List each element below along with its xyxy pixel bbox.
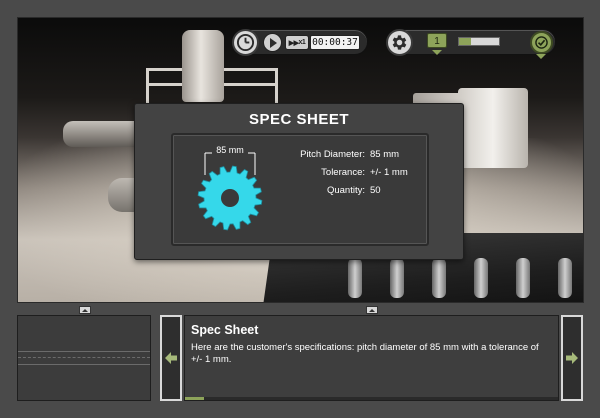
divider xyxy=(18,351,150,352)
spec-key: Quantity: xyxy=(326,185,365,196)
arrow-left-icon xyxy=(165,352,177,364)
clock-icon xyxy=(232,29,259,56)
conveyor-roller xyxy=(390,258,404,298)
play-icon xyxy=(270,37,277,48)
complete-button[interactable] xyxy=(530,31,553,54)
chevron-up-icon xyxy=(82,308,88,312)
conveyor-roller xyxy=(558,258,572,298)
gear-hole xyxy=(221,189,239,207)
step-counter-pointer xyxy=(432,50,442,55)
play-button[interactable] xyxy=(263,33,282,52)
spec-value: +/- 1 mm xyxy=(370,167,408,178)
molding-machine xyxy=(458,88,528,168)
speed-label: x1 xyxy=(298,39,306,46)
expand-narration-button[interactable] xyxy=(366,306,378,314)
previous-button[interactable] xyxy=(160,315,182,401)
step-counter[interactable]: 1 xyxy=(427,33,447,48)
narration-progress-fill xyxy=(185,397,204,400)
gear-icon xyxy=(197,152,263,231)
chevron-up-icon xyxy=(369,308,375,312)
gear-figure: 85 mm xyxy=(195,145,265,235)
divider xyxy=(18,364,150,365)
conveyor-roller xyxy=(432,258,446,298)
spec-key: Tolerance: xyxy=(321,167,365,178)
narration-text: Here are the customer's specifications: … xyxy=(191,342,539,365)
spec-value: 50 xyxy=(370,185,381,196)
course-progress-fill xyxy=(459,38,471,45)
divider xyxy=(18,357,150,358)
playback-speed-button[interactable]: ▶▶ x1 xyxy=(285,35,309,50)
hopper-tank xyxy=(182,30,224,102)
elapsed-time: 00:00:37 xyxy=(310,35,360,50)
spec-sheet-panel: 85 mm Pitch Diameter: 85 mm Tolerance: +… xyxy=(171,133,429,246)
narration-panel: Spec Sheet Here are the customer's speci… xyxy=(184,315,559,401)
checkmark-icon xyxy=(535,36,548,49)
course-outline-panel[interactable] xyxy=(17,315,151,401)
arrow-right-icon xyxy=(566,352,578,364)
narration-progress-track xyxy=(185,397,558,400)
spec-key: Pitch Diameter: xyxy=(300,149,365,160)
spec-sheet-dialog: SPEC SHEET 85 mm Pitch Diameter: 85 mm T… xyxy=(134,103,464,260)
narration-title: Spec Sheet xyxy=(191,323,259,337)
complete-pointer xyxy=(536,54,546,59)
spec-sheet-title: SPEC SHEET xyxy=(248,111,350,128)
fast-forward-icon: ▶▶ xyxy=(288,39,299,47)
gear-icon xyxy=(392,35,407,50)
conveyor-roller xyxy=(348,258,362,298)
course-progress-track xyxy=(458,37,500,46)
expand-outline-button[interactable] xyxy=(79,306,91,314)
next-button[interactable] xyxy=(561,315,583,401)
conveyor-roller xyxy=(474,258,488,298)
conveyor-roller xyxy=(516,258,530,298)
spec-value: 85 mm xyxy=(370,149,400,160)
settings-button[interactable] xyxy=(386,29,413,56)
